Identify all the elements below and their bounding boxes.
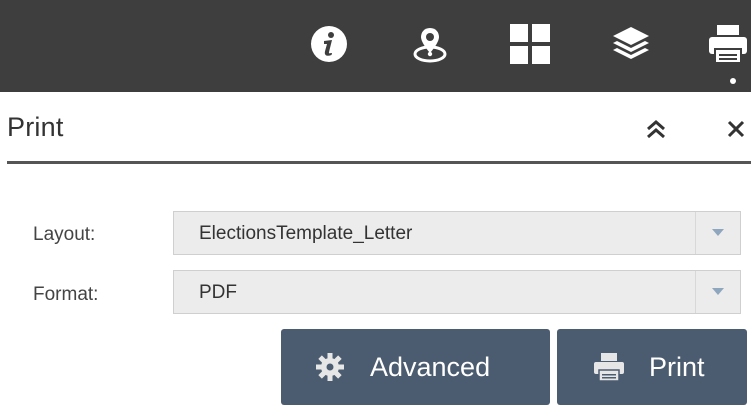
- close-button[interactable]: [721, 114, 751, 144]
- advanced-button-label: Advanced: [370, 351, 491, 382]
- info-icon[interactable]: [307, 22, 351, 66]
- panel-header: Print: [0, 92, 751, 164]
- gear-icon: [315, 352, 345, 382]
- print-button[interactable]: Print: [557, 329, 747, 405]
- format-label: Format:: [33, 284, 99, 305]
- layers-icon[interactable]: [609, 22, 653, 66]
- layout-select[interactable]: ElectionsTemplate_Letter: [173, 211, 741, 255]
- print-button-label: Print: [649, 351, 705, 382]
- locate-icon[interactable]: [408, 22, 452, 66]
- close-icon: [727, 120, 745, 138]
- basemap-gallery-icon[interactable]: [508, 22, 552, 66]
- advanced-button[interactable]: Advanced: [281, 329, 550, 405]
- chevron-down-icon: [695, 212, 740, 254]
- format-select[interactable]: PDF: [173, 270, 741, 314]
- print-icon[interactable]: [706, 22, 750, 66]
- printer-icon: [593, 352, 625, 382]
- collapse-button[interactable]: [641, 114, 671, 144]
- header-divider: [7, 161, 751, 164]
- active-indicator-dot: [730, 78, 736, 84]
- app-toolbar: [0, 0, 751, 92]
- double-chevron-up-icon: [647, 120, 665, 139]
- panel-title: Print: [7, 112, 64, 142]
- chevron-down-icon: [695, 271, 740, 313]
- layout-select-value: ElectionsTemplate_Letter: [199, 223, 413, 244]
- layout-label: Layout:: [33, 224, 96, 245]
- format-select-value: PDF: [199, 282, 237, 303]
